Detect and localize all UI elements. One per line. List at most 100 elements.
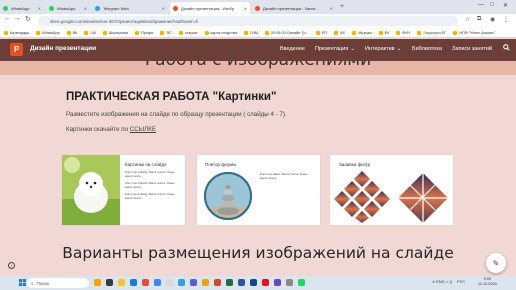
taskbar-app-whatsapp[interactable] xyxy=(298,279,305,286)
bookmark-label: ФИУ xyxy=(402,30,411,35)
tab-label: Дизайн презентации - Изобр xyxy=(181,5,235,11)
slide-title-dog: Картинки на слайде xyxy=(125,162,167,167)
reload-icon[interactable]: ↻ xyxy=(25,15,31,23)
taskbar-app-edge[interactable] xyxy=(130,279,137,286)
language-indicator[interactable]: РУС xyxy=(457,279,465,284)
tab-label: Дизайн презентации - Запис xyxy=(263,5,316,11)
bookmark-item[interactable]: ВК xyxy=(66,30,78,35)
slide-thumbnail-dog[interactable]: Картинки на слайде Текст про собачку. Мн… xyxy=(62,155,185,225)
taskbar-app-misc[interactable] xyxy=(286,279,293,286)
menu-icon[interactable]: ⋮ xyxy=(503,16,509,23)
bookmark-item[interactable]: ФИУ xyxy=(396,30,411,35)
bookmark-item[interactable]: Музыка xyxy=(352,30,372,35)
address-url: sites.google.com/view/serius-367/презент… xyxy=(50,18,198,24)
bookmark-star-icon[interactable]: ☆ xyxy=(465,16,470,23)
tab-close-icon[interactable]: ✕ xyxy=(328,6,333,11)
profile-icon[interactable]: ◉ xyxy=(490,16,495,23)
bookmark-item[interactable]: WhatsApp xyxy=(36,30,60,35)
bookmark-item[interactable]: Профи xyxy=(135,30,153,35)
taskbar-app-notes[interactable] xyxy=(202,279,209,286)
windows-start-icon[interactable] xyxy=(19,279,26,286)
bookmark-item[interactable]: ЕК xyxy=(378,30,390,35)
slide-bullet: Текст про собачку. Много текста. Очень м… xyxy=(125,171,175,178)
close-window-icon[interactable]: ✕ xyxy=(503,2,508,9)
download-link[interactable]: ССЫЛКЕ xyxy=(130,126,156,133)
taskbar-search-icon: ⌕ xyxy=(31,280,34,286)
site-logo[interactable]: P xyxy=(10,43,23,56)
taskbar-app-chrome[interactable] xyxy=(154,279,161,286)
bookmark-icon xyxy=(243,30,248,35)
bookmark-label: карта сходства xyxy=(210,30,237,35)
bookmark-item[interactable]: Школьники xyxy=(102,30,128,35)
browser-tab[interactable]: WhatsApp ✕ xyxy=(0,2,44,14)
site-title[interactable]: Дизайн презентации xyxy=(30,45,96,52)
bookmark-item[interactable]: карта сходства xyxy=(204,30,237,35)
info-icon[interactable]: i xyxy=(8,262,15,269)
minimize-icon[interactable]: — xyxy=(478,2,484,8)
back-icon[interactable]: ← xyxy=(4,15,11,22)
bookmark-item[interactable]: старые xyxy=(178,30,198,35)
tab-close-icon[interactable]: ✕ xyxy=(36,6,41,11)
browser-tab[interactable]: Дизайн презентации - Запис ✕ xyxy=(252,2,336,14)
bookmark-item[interactable]: Госуслуги ЕГ xyxy=(417,30,447,35)
extensions-icon[interactable]: ⧉ xyxy=(477,16,481,23)
taskbar-app-onenote[interactable] xyxy=(274,279,281,286)
edit-pencil-button[interactable]: ✎ xyxy=(486,253,506,273)
bookmark-item[interactable]: ИУ xyxy=(334,30,345,35)
taskbar-app-yandex[interactable] xyxy=(142,279,149,286)
tab-close-icon[interactable]: ✕ xyxy=(82,6,87,11)
nav-item[interactable]: Записи занятий xyxy=(452,46,492,52)
slide-bullet: Текст про собачку. Много текста. Очень м… xyxy=(125,193,175,200)
taskbar-app-explorer[interactable] xyxy=(118,279,125,286)
nav-item[interactable]: Введение xyxy=(280,46,305,52)
nav-item[interactable]: Интерактив ⌄ xyxy=(365,46,401,52)
taskbar-search[interactable]: ⌕ Поиск xyxy=(27,278,89,288)
bookmark-item[interactable]: РП xyxy=(315,30,327,35)
taskbar-app-acrobat[interactable] xyxy=(262,279,269,286)
taskbar-app-taskview[interactable] xyxy=(106,279,113,286)
bookmark-icon xyxy=(4,30,8,35)
taskbar-app-telegram[interactable] xyxy=(178,279,185,286)
taskbar-app-widgets[interactable] xyxy=(94,279,101,286)
taskbar-app-store[interactable] xyxy=(166,279,173,286)
tab-label: Telegram Web xyxy=(103,5,129,11)
taskbar-app-excel[interactable] xyxy=(226,279,233,286)
tab-close-icon[interactable]: ✕ xyxy=(242,6,247,11)
bookmark-label: ЕК xyxy=(384,30,390,35)
bookmark-label: ВК xyxy=(72,30,78,35)
system-tray[interactable]: ∧ ENG ⌂ )) РУС xyxy=(432,279,465,284)
taskbar-clock[interactable]: 9:09 11.10.2024 xyxy=(478,277,497,287)
bookmark-label: Госуслуги ЕГ xyxy=(423,30,447,35)
bookmark-icon xyxy=(352,30,357,35)
bookmark-item[interactable]: ЯС xyxy=(160,30,172,35)
bookmark-item[interactable]: LM xyxy=(84,30,96,35)
slide-thumbnail-stones[interactable]: Повтор формы Текст про камни. Много текс… xyxy=(197,155,320,225)
bookmark-item[interactable]: НПФ "Успех-Альянс" xyxy=(453,30,495,35)
download-prefix: Картинки скачайте по xyxy=(66,126,130,133)
bookmark-item[interactable]: ГИМ xyxy=(243,30,258,35)
taskbar-app-powerpoint[interactable] xyxy=(214,279,221,286)
new-tab-button[interactable]: + xyxy=(340,3,344,10)
browser-tab[interactable]: Telegram Web ✕ xyxy=(92,2,168,14)
taskbar-app-outlook[interactable] xyxy=(250,279,257,286)
browser-tab[interactable]: Дизайн презентации - Изобр ✕ xyxy=(170,2,250,14)
search-icon[interactable] xyxy=(503,44,510,53)
chevron-down-icon: ⌄ xyxy=(396,46,402,52)
taskbar-app-teams[interactable] xyxy=(190,279,197,286)
bookmark-icon xyxy=(135,30,140,35)
tab-close-icon[interactable]: ✕ xyxy=(160,6,165,11)
slide-bullet: Текст про собачку. Много текста. Очень м… xyxy=(125,182,175,189)
bookmark-item[interactable]: 20:05:00 Онлайн Тр... xyxy=(264,30,309,35)
bookmark-label: ГИМ xyxy=(249,30,258,35)
bookmark-item[interactable]: Календарь xyxy=(4,30,29,35)
forward-icon[interactable]: → xyxy=(14,15,21,22)
taskbar-app-word[interactable] xyxy=(238,279,245,286)
browser-tab[interactable]: WhatsApp ✕ xyxy=(46,2,90,14)
bookmark-icon xyxy=(334,30,339,35)
nav-item[interactable]: Презентация ⌄ xyxy=(315,46,355,52)
slide-thumbnail-shapes[interactable]: Заливка фигур xyxy=(330,155,453,225)
address-bar[interactable]: sites.google.com/view/serius-367/презент… xyxy=(38,16,458,26)
bookmark-icon xyxy=(102,30,107,35)
nav-item[interactable]: Библиотека xyxy=(412,46,442,52)
maximize-icon[interactable]: □ xyxy=(490,2,494,8)
